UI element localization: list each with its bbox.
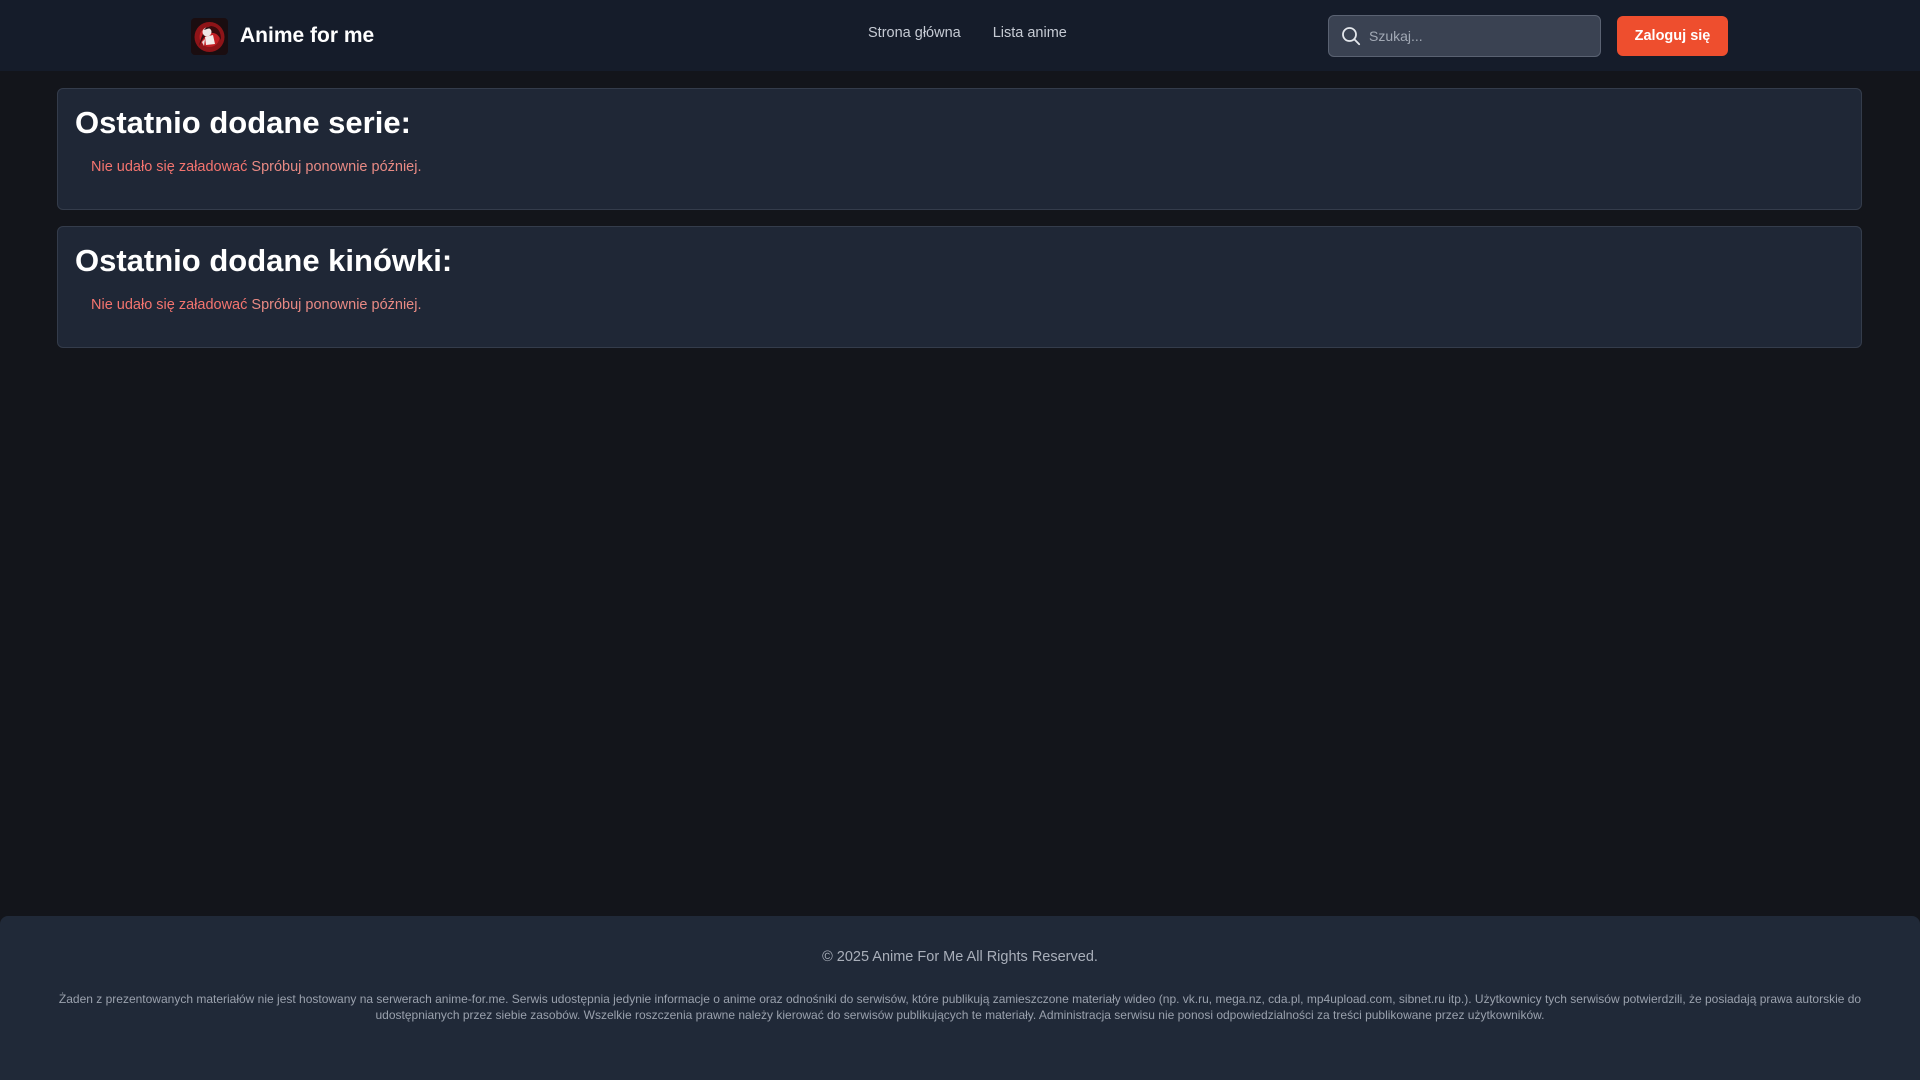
nav-link-home[interactable]: Strona główna (868, 25, 961, 41)
copyright-text: © 2025 Anime For Me All Rights Reserved. (822, 949, 1098, 965)
recent-movies-section: Ostatnio dodane kinówki: Nie udało się z… (57, 226, 1862, 348)
error-message: Nie udało się załadować Spróbuj ponownie… (91, 297, 422, 313)
login-button[interactable]: Zaloguj się (1617, 16, 1728, 56)
recent-series-section: Ostatnio dodane serie: Nie udało się zał… (57, 88, 1862, 210)
brand-logo (191, 17, 228, 55)
disclaimer-text: Żaden z prezentowanych materiałów nie je… (58, 992, 1862, 1022)
search-box[interactable] (1328, 15, 1601, 57)
brand-link[interactable]: Anime for me (191, 17, 374, 55)
brand-name: Anime for me (240, 24, 375, 47)
section-title: Ostatnio dodane serie: (75, 105, 411, 140)
search-input[interactable] (1369, 28, 1589, 44)
navbar: Anime for me Strona główna Lista anime Z… (0, 0, 1920, 71)
error-message-strong: Nie udało się załadować (91, 159, 248, 175)
error-message-detail: Spróbuj ponownie później. (247, 159, 422, 175)
error-message-detail: Spróbuj ponownie później. (247, 297, 422, 313)
error-message: Nie udało się załadować Spróbuj ponownie… (91, 159, 422, 175)
search-icon (1342, 27, 1361, 46)
main-nav: Strona główna Lista anime (868, 25, 1067, 41)
section-title: Ostatnio dodane kinówki: (75, 243, 453, 278)
footer: © 2025 Anime For Me All Rights Reserved.… (0, 916, 1920, 1080)
nav-link-anime-list[interactable]: Lista anime (993, 25, 1067, 41)
error-message-strong: Nie udało się załadować (91, 297, 248, 313)
